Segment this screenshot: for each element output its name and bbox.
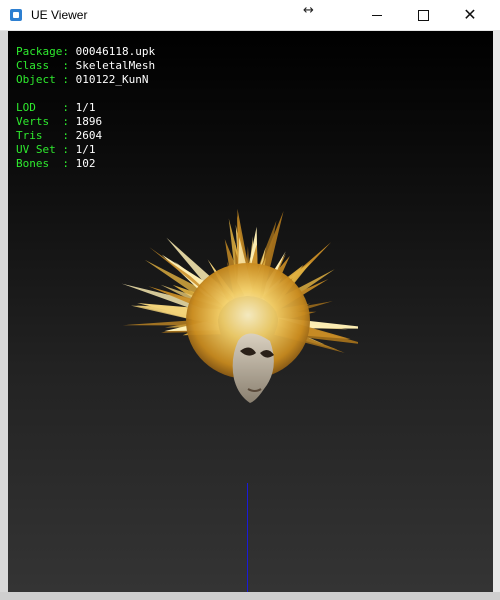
class-label: Class :	[16, 59, 69, 72]
verts-value: 1896	[75, 115, 103, 128]
bones-label: Bones :	[16, 157, 69, 170]
uvset-value: 1/1	[75, 143, 96, 156]
mesh-info-overlay: Package: 00046118.upk Class : SkeletalMe…	[16, 45, 155, 171]
close-icon: ✕	[463, 5, 477, 24]
tris-value: 2604	[75, 129, 103, 142]
app-icon	[10, 9, 22, 21]
title-bar[interactable]: UE Viewer ↔ ✕	[0, 0, 500, 31]
class-value: SkeletalMesh	[75, 59, 156, 72]
mask-face	[232, 333, 274, 403]
minimize-icon	[372, 14, 382, 16]
window-frame-left	[0, 31, 8, 600]
ue-viewer-window: UE Viewer ↔ ✕ Package: 00046118.upk Clas…	[0, 0, 500, 600]
bones-value: 102	[75, 157, 96, 170]
resize-cursor-icon: ↔	[303, 3, 314, 18]
window-frame-right	[493, 31, 500, 600]
maximize-button[interactable]	[400, 0, 446, 30]
window-frame-bottom	[0, 592, 500, 600]
uvset-label: UV Set :	[16, 143, 69, 156]
verts-label: Verts :	[16, 115, 69, 128]
3d-viewport[interactable]: Package: 00046118.upk Class : SkeletalMe…	[8, 31, 493, 592]
lod-label: LOD :	[16, 101, 69, 114]
window-title: UE Viewer	[31, 8, 88, 22]
object-label: Object :	[16, 73, 69, 86]
minimize-button[interactable]	[354, 0, 400, 30]
object-value: 010122_KunN	[75, 73, 149, 86]
package-label: Package:	[16, 45, 69, 58]
package-value: 00046118.upk	[75, 45, 156, 58]
tris-label: Tris :	[16, 129, 69, 142]
skeletal-mesh-render	[121, 208, 358, 403]
lod-value: 1/1	[75, 101, 96, 114]
close-button[interactable]: ✕	[446, 0, 494, 30]
vertical-axis-line	[247, 483, 248, 592]
maximize-icon	[417, 9, 429, 21]
